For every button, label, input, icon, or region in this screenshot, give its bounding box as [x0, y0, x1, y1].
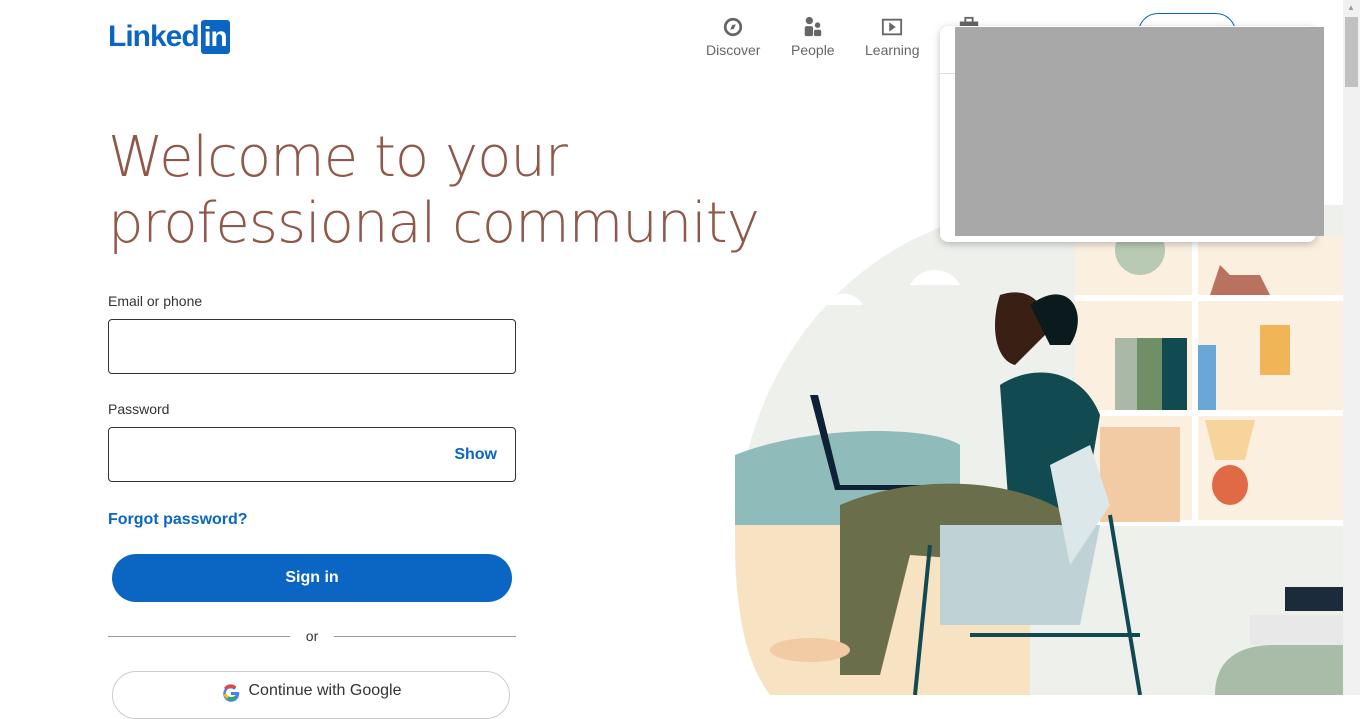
redacted-content — [955, 27, 1324, 236]
or-divider: or — [108, 628, 517, 644]
logo-in: in — [200, 20, 230, 54]
or-text: or — [305, 628, 319, 644]
popup-overlay — [940, 26, 1324, 242]
linkedin-logo[interactable]: Linked in — [108, 20, 230, 54]
headline-line-1: Welcome to your — [108, 125, 568, 190]
headline-line-2: professional community — [108, 191, 760, 256]
google-button-label: Continue with Google — [248, 682, 402, 699]
page-headline: Welcome to your professional community — [108, 125, 760, 257]
nav-discover[interactable]: Discover — [706, 16, 760, 58]
email-input[interactable] — [108, 319, 516, 374]
google-icon — [222, 684, 239, 702]
email-label: Email or phone — [108, 293, 203, 309]
forgot-password-link[interactable]: Forgot password? — [108, 511, 248, 529]
hero-illustration — [735, 205, 1343, 695]
scrollbar-thumb[interactable] — [1345, 17, 1358, 87]
sign-in-button[interactable]: Sign in — [112, 554, 512, 602]
show-password-button[interactable]: Show — [454, 446, 497, 464]
people-icon — [804, 16, 822, 37]
password-input[interactable]: Show — [108, 427, 516, 482]
nav-people[interactable]: People — [791, 16, 835, 58]
nav-label: Learning — [865, 42, 920, 58]
scrollbar[interactable]: ▲ — [1343, 0, 1360, 695]
compass-icon — [724, 17, 743, 37]
password-label: Password — [108, 401, 170, 417]
nav-label: People — [791, 42, 835, 58]
logo-text: Linked — [108, 20, 200, 53]
video-play-icon — [882, 18, 903, 36]
nav-label: Discover — [706, 42, 761, 58]
continue-with-google-button[interactable]: Continue with Google — [112, 671, 510, 719]
scroll-up-arrow-icon[interactable]: ▲ — [1347, 3, 1355, 12]
nav-learning[interactable]: Learning — [865, 16, 920, 58]
